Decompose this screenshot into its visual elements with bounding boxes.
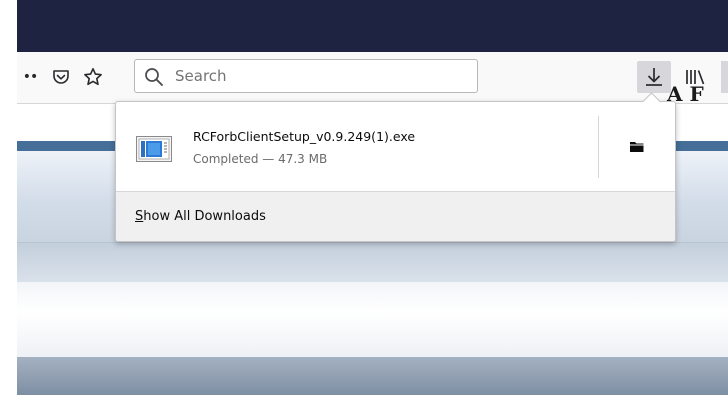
search-icon xyxy=(145,68,163,86)
page-actions-overflow-button[interactable]: •• xyxy=(17,64,43,90)
downloads-button[interactable] xyxy=(637,61,671,93)
bookmark-star-button[interactable] xyxy=(80,64,106,90)
pocket-button[interactable] xyxy=(48,64,74,90)
page-footer-band xyxy=(17,357,728,395)
left-edge xyxy=(0,0,17,395)
installer-file-icon xyxy=(136,136,172,162)
page-body-band xyxy=(17,282,728,357)
download-arrow-icon xyxy=(646,68,662,86)
sidebar-button-partial[interactable] xyxy=(721,61,728,93)
show-all-downloads-label: Show All Downloads xyxy=(135,209,266,224)
overflow-dots-label: •• xyxy=(22,69,38,85)
search-input[interactable] xyxy=(175,65,465,87)
folder-icon xyxy=(630,142,644,152)
star-icon xyxy=(84,68,102,86)
search-box[interactable] xyxy=(134,59,478,93)
download-item[interactable]: RCForbClientSetup_v0.9.249(1).exe Comple… xyxy=(116,102,675,191)
download-filename: RCForbClientSetup_v0.9.249(1).exe xyxy=(193,129,416,144)
pocket-icon xyxy=(53,70,69,84)
page-menu-band xyxy=(17,242,728,282)
show-all-downloads-button[interactable]: Show All Downloads xyxy=(116,191,675,241)
open-containing-folder-button[interactable] xyxy=(599,102,675,191)
window-titlebar xyxy=(17,0,728,52)
download-status: Completed — 47.3 MB xyxy=(193,152,328,166)
downloads-panel: RCForbClientSetup_v0.9.249(1).exe Comple… xyxy=(115,101,676,242)
